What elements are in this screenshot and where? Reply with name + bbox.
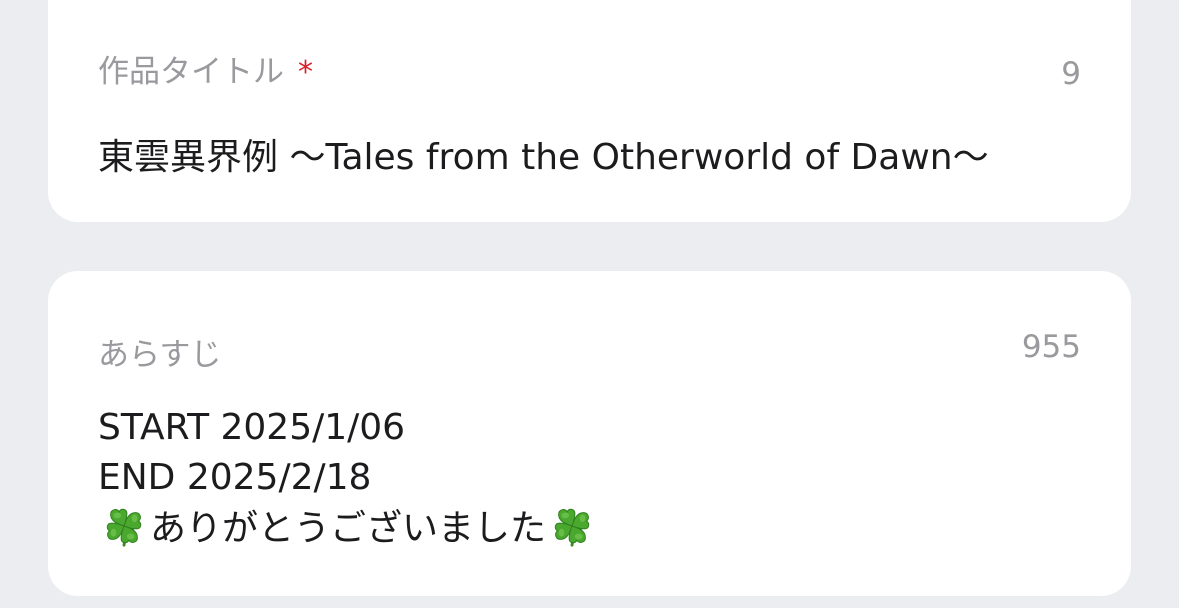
- title-label-text: 作品タイトル: [98, 54, 284, 90]
- synopsis-line-end: END 2025/2/18: [98, 457, 372, 498]
- title-character-count: 9: [1061, 56, 1081, 92]
- synopsis-line-closing: ありがとうございました: [98, 503, 598, 554]
- synopsis-field-card[interactable]: あらすじ 955 START 2025/1/06 END 2025/2/18 あ…: [48, 271, 1131, 596]
- synopsis-line-start: START 2025/1/06: [98, 407, 406, 448]
- four-leaf-clover-icon: [106, 508, 142, 547]
- closing-message: ありがとうございました: [150, 508, 547, 549]
- title-input[interactable]: 東雲異界例 〜Tales from the Otherworld of Dawn…: [98, 128, 989, 180]
- title-field-card[interactable]: 作品タイトル * 9 東雲異界例 〜Tales from the Otherwor…: [48, 0, 1131, 222]
- synopsis-character-count: 955: [1021, 329, 1081, 365]
- four-leaf-clover-icon: [554, 508, 590, 547]
- title-field-label: 作品タイトル *: [98, 46, 313, 91]
- required-mark: *: [298, 55, 313, 90]
- synopsis-field-label: あらすじ: [98, 337, 222, 373]
- synopsis-textarea[interactable]: START 2025/1/06 END 2025/2/18 ありがとうございまし…: [98, 403, 598, 554]
